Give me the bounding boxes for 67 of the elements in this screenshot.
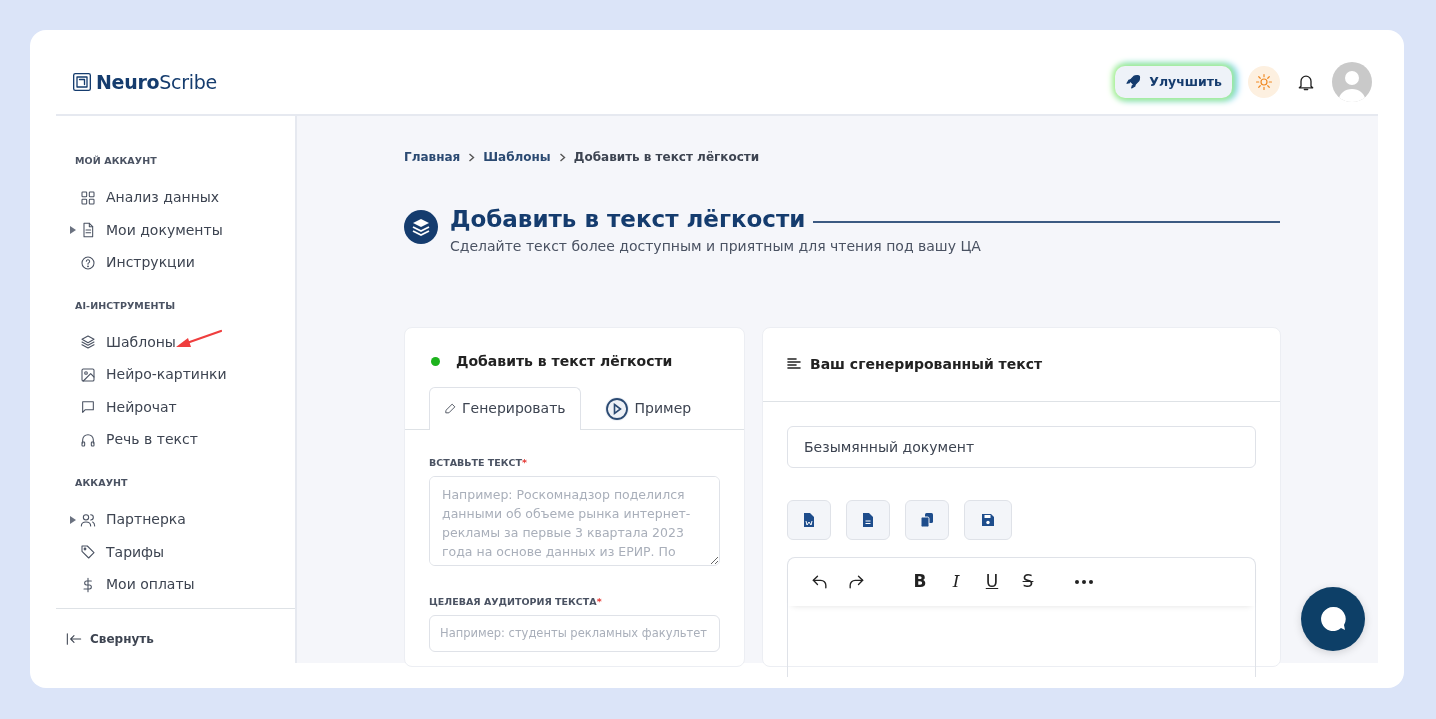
strike-button[interactable]: S <box>1014 568 1042 595</box>
breadcrumb-current: Добавить в текст лёгкости <box>573 149 760 166</box>
sidebar-item[interactable]: Нейро-картинки <box>56 358 295 391</box>
sun-icon <box>1255 73 1273 91</box>
sidebar-item[interactable]: Мои оплаты <box>56 568 295 601</box>
field-label: ВСТАВЬТЕ ТЕКСТ* <box>429 455 528 470</box>
rocket-icon <box>1125 74 1142 90</box>
audience-input[interactable]: Например: студенты рекламных факультет <box>429 615 720 653</box>
status-dot <box>431 356 440 366</box>
chat-icon <box>80 399 96 416</box>
upgrade-button[interactable]: Улучшить <box>1115 65 1232 99</box>
logo-icon <box>72 72 92 92</box>
sidebar-item[interactable]: Шаблоны <box>56 326 295 359</box>
word-file-icon <box>801 511 817 528</box>
caret-icon <box>70 515 76 524</box>
page-title: Добавить в текст лёгкости <box>450 206 806 234</box>
tag-icon <box>80 544 96 560</box>
card-title: Ваш сгенерированный текст <box>810 354 1043 374</box>
layers-icon <box>80 334 96 351</box>
text-lines-icon <box>787 357 801 372</box>
save-button[interactable] <box>964 499 1012 540</box>
sidebar-item[interactable]: Речь в текст <box>56 423 295 456</box>
collapse-icon <box>66 632 82 646</box>
document-export-button[interactable] <box>846 499 890 540</box>
section-title: AI-ИНСТРУМЕНТЫ <box>75 298 177 313</box>
collapse-link[interactable]: Свернуть <box>66 630 154 648</box>
chat-bubble-icon <box>1319 605 1347 633</box>
sidebar-item[interactable]: Нейрочат <box>56 391 295 424</box>
play-icon <box>603 395 630 422</box>
sidebar-item[interactable]: Тарифы <box>56 535 295 569</box>
tab[interactable]: Пример <box>588 386 707 430</box>
page-subtitle: Сделайте текст более доступным и приятным для чтения под вашу ЦА <box>450 236 981 256</box>
headphones-icon <box>80 431 96 448</box>
theme-toggle[interactable] <box>1248 66 1280 98</box>
tab[interactable]: Генерировать <box>429 386 581 430</box>
caret-icon <box>70 226 76 234</box>
users-icon <box>80 511 96 528</box>
document-icon <box>860 511 876 528</box>
image-icon <box>80 366 96 383</box>
breadcrumb-link[interactable]: Шаблоны <box>483 148 551 166</box>
sidebar-item[interactable]: Анализ данных <box>56 181 295 214</box>
copy-button[interactable] <box>905 499 949 540</box>
breadcrumb-link[interactable]: Главная <box>404 148 461 166</box>
field-label: ЦЕЛЕВАЯ АУДИТОРИЯ ТЕКСТА* <box>429 594 603 609</box>
grid-icon <box>80 189 96 206</box>
logo-text: NeuroScribe <box>96 69 217 95</box>
italic-button[interactable]: I <box>942 568 970 595</box>
document-name-input[interactable]: Безымянный документ <box>787 425 1256 468</box>
section-title: МОЙ АККАУНТ <box>75 154 158 168</box>
text-editor[interactable]: B I U S <box>787 556 1256 677</box>
sidebar-item[interactable]: Партнерка <box>56 503 295 536</box>
word-export-button[interactable] <box>787 499 831 540</box>
chevron-icon <box>558 152 566 162</box>
help-icon <box>80 254 96 271</box>
sidebar-item[interactable]: Инструкции <box>56 246 295 279</box>
section-title: АККАУНТ <box>75 476 129 490</box>
sidebar-item[interactable]: Мои документы <box>56 213 295 247</box>
pencil-icon <box>444 402 457 416</box>
underline-button[interactable]: U <box>978 568 1006 595</box>
bold-button[interactable]: B <box>906 568 934 595</box>
copy-icon <box>919 511 935 528</box>
card-title: Добавить в текст лёгкости <box>456 351 673 371</box>
more-icon <box>1075 579 1093 584</box>
text-area[interactable]: Например: Роскомнадзор поделился данными об объеме рынка интернет-рекламы за первые 3 квартала 2023 года на основе данных из ЕРИР. По <box>429 475 720 566</box>
document-icon <box>80 222 96 238</box>
chevron-icon <box>468 152 476 162</box>
layers-icon <box>404 210 438 244</box>
